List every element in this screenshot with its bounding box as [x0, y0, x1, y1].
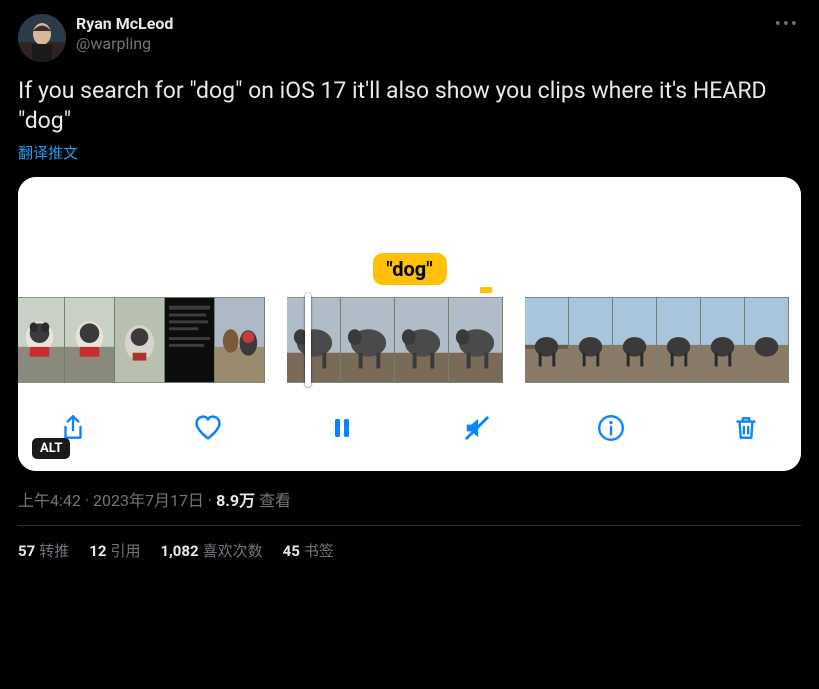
trash-icon[interactable] — [729, 411, 763, 445]
clip-strip-1[interactable] — [18, 297, 265, 383]
stat-bookmarks[interactable]: 45书签 — [283, 540, 334, 561]
media-whitespace: "dog" — [18, 177, 801, 283]
meta-date: 2023年7月17日 — [93, 491, 204, 510]
stat-quotes[interactable]: 12引用 — [89, 540, 140, 561]
pause-icon[interactable] — [325, 411, 359, 445]
clip-frame — [701, 297, 745, 383]
avatar[interactable] — [18, 14, 66, 62]
heart-icon[interactable] — [191, 411, 225, 445]
search-term-marker — [480, 287, 492, 293]
translate-link[interactable]: 翻译推文 — [18, 142, 801, 163]
clip-frame — [569, 297, 613, 383]
mute-icon[interactable] — [460, 411, 494, 445]
clip-frame — [341, 297, 395, 383]
clip-frame — [65, 297, 115, 383]
author-block[interactable]: Ryan McLeod @warpling — [76, 14, 173, 54]
clip-frame — [215, 297, 265, 383]
tweet-stats: 57转推 12引用 1,082喜欢次数 45书签 — [18, 540, 801, 561]
search-term-pill: "dog" — [372, 253, 446, 285]
meta-time: 上午4:42 — [18, 491, 81, 510]
meta-views-label: 查看 — [259, 491, 291, 510]
info-icon[interactable] — [594, 411, 628, 445]
clip-frame — [115, 297, 165, 383]
clip-frame — [18, 297, 65, 383]
stat-retweets[interactable]: 57转推 — [18, 540, 69, 561]
tweet-container: Ryan McLeod @warpling ••• If you search … — [0, 0, 819, 575]
alt-badge[interactable]: ALT — [32, 438, 70, 459]
tweet-text: If you search for "dog" on iOS 17 it'll … — [18, 76, 801, 136]
clip-frame — [745, 297, 789, 383]
clip-frame — [449, 297, 503, 383]
meta-views-count: 8.9万 — [216, 491, 255, 510]
media-toolbar — [18, 393, 801, 471]
clip-frame — [395, 297, 449, 383]
playhead[interactable] — [305, 293, 311, 387]
clip-frame — [613, 297, 657, 383]
clip-frame — [287, 297, 341, 383]
clip-strip-2[interactable] — [287, 297, 503, 383]
media-card: "dog" — [18, 177, 801, 471]
stat-likes[interactable]: 1,082喜欢次数 — [160, 540, 262, 561]
filmstrip[interactable] — [18, 283, 801, 393]
tweet-meta[interactable]: 上午4:42 · 2023年7月17日 · 8.9万 查看 — [18, 487, 801, 511]
clip-frame — [525, 297, 569, 383]
tweet-header: Ryan McLeod @warpling ••• — [18, 14, 801, 62]
divider — [18, 525, 801, 526]
clip-strip-3[interactable] — [525, 297, 789, 383]
more-icon[interactable]: ••• — [775, 14, 799, 35]
display-name: Ryan McLeod — [76, 14, 173, 34]
clip-frame — [165, 297, 215, 383]
clip-frame — [657, 297, 701, 383]
handle: @warpling — [76, 34, 173, 54]
